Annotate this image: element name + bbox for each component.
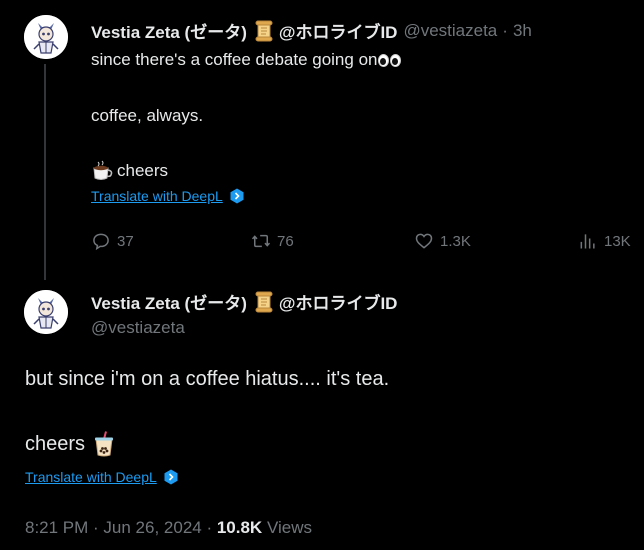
- coffee-emoji-icon: [91, 160, 115, 182]
- translate-link[interactable]: Translate with DeepL: [91, 188, 245, 204]
- tweet2-author-row: Vestia Zeta (ゼータ) @ホロライブID: [91, 289, 397, 314]
- post-time[interactable]: 3h: [513, 21, 532, 41]
- repost-button[interactable]: 76: [251, 231, 294, 251]
- heart-icon: [415, 233, 433, 249]
- affiliation: @ホロライブID: [278, 23, 398, 42]
- reply-count: 37: [117, 232, 134, 250]
- tweet-metadata: 8:21 PM · Jun 26, 2024 · 10.8K Views: [25, 518, 312, 538]
- like-button[interactable]: 1.3K: [414, 231, 471, 251]
- tweet2-line1: but since i'm on a coffee hiatus.... it'…: [25, 368, 390, 390]
- avatar[interactable]: [24, 15, 68, 59]
- repost-count: 76: [277, 232, 294, 250]
- tweet1-line1-text: since there's a coffee debate going on: [91, 50, 378, 69]
- display-name[interactable]: Vestia Zeta (ゼータ): [91, 18, 247, 43]
- view-count: 10.8K: [216, 518, 263, 537]
- tweet1-author-row: Vestia Zeta (ゼータ) @ホロライブID @vestiazeta ·…: [91, 18, 532, 43]
- deepl-icon: [163, 469, 179, 485]
- translate-label: Translate with DeepL: [91, 188, 223, 204]
- like-count: 1.3K: [440, 232, 471, 250]
- tweet1-line3: cheers: [91, 160, 168, 182]
- tweet1-line3-text: cheers: [117, 161, 169, 180]
- views-icon: [580, 234, 595, 249]
- scroll-emoji-icon: [255, 291, 273, 313]
- deepl-icon: [229, 188, 245, 204]
- handle[interactable]: @vestiazeta: [91, 318, 185, 338]
- separator-dot: ·: [502, 20, 508, 40]
- tweet2-line2-text: cheers: [25, 432, 86, 455]
- views-count: 13K: [604, 232, 631, 250]
- tweet2-line2: cheers: [25, 431, 115, 457]
- affiliation: @ホロライブID: [278, 294, 398, 313]
- translate-link[interactable]: Translate with DeepL: [25, 469, 179, 485]
- translate-label: Translate with DeepL: [25, 469, 157, 485]
- views-label: Views: [262, 518, 312, 537]
- scroll-emoji-icon: [255, 20, 273, 42]
- tweet1-line1: since there's a coffee debate going on: [91, 50, 402, 70]
- timestamp[interactable]: 8:21 PM · Jun 26, 2024 ·: [25, 518, 217, 537]
- bubble-tea-emoji-icon: [93, 431, 115, 457]
- thread-line: [44, 64, 46, 280]
- views-button[interactable]: 13K: [578, 231, 631, 251]
- display-name[interactable]: Vestia Zeta (ゼータ): [91, 289, 247, 314]
- repost-icon: [251, 234, 271, 248]
- reply-icon: [93, 233, 109, 251]
- eyes-emoji-icon: [378, 54, 402, 68]
- handle[interactable]: @vestiazeta: [403, 21, 497, 41]
- avatar[interactable]: [24, 290, 68, 334]
- tweet1-line2: coffee, always.: [91, 106, 204, 125]
- reply-button[interactable]: 37: [91, 231, 134, 251]
